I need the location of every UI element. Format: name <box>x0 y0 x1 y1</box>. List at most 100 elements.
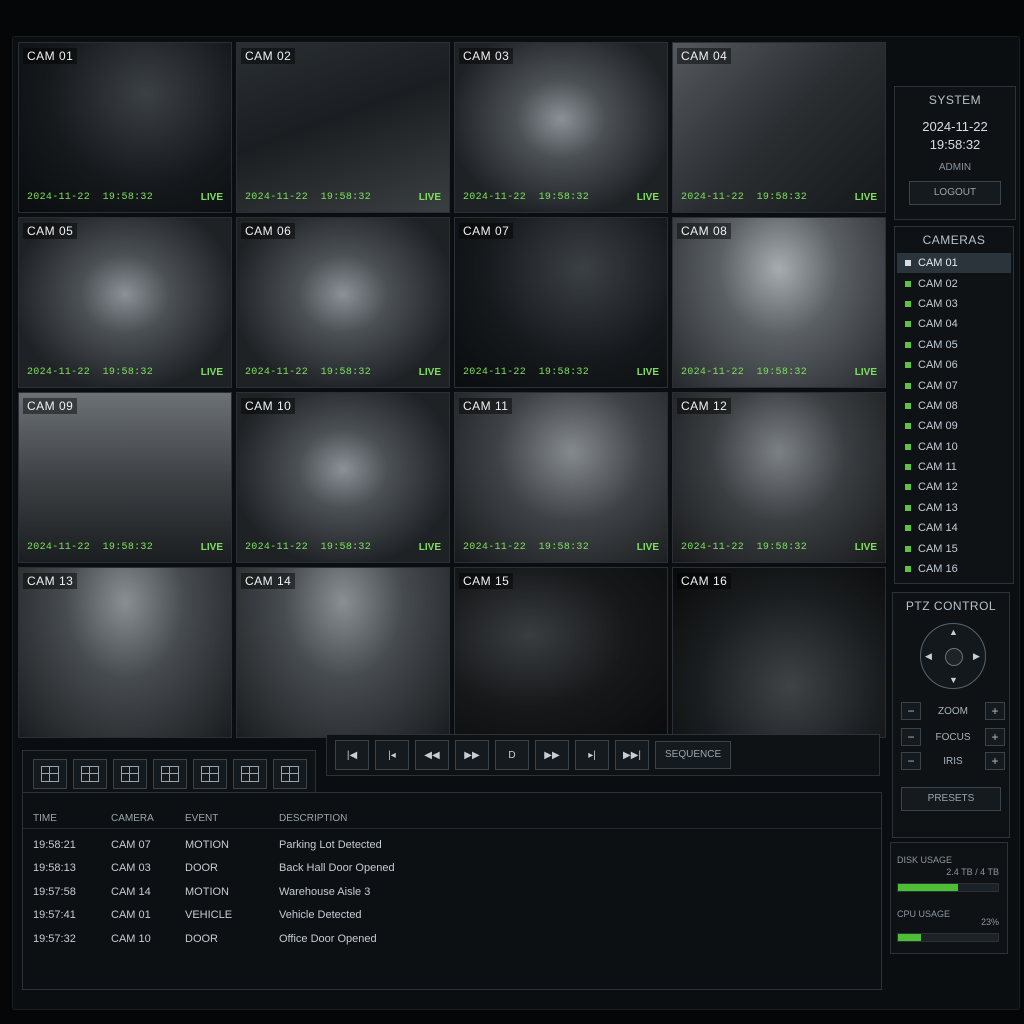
camera-tile[interactable]: CAM 04 2024-11-22 19:58:32 LIVE <box>672 42 886 213</box>
camera-status-icon <box>905 382 911 389</box>
camera-tile[interactable]: CAM 14 <box>236 567 450 738</box>
camera-timestamp: 2024-11-22 19:58:32 <box>463 367 590 378</box>
live-indicator: LIVE <box>636 192 659 203</box>
table-row[interactable]: 19:58:13 CAM 03 DOOR Back Hall Door Opened <box>23 857 881 881</box>
camera-label: CAM 04 <box>677 48 732 64</box>
iris-minus-button[interactable]: − <box>901 752 921 770</box>
iris-plus-button[interactable]: + <box>984 752 1005 770</box>
ptz-panel: PTZ CONTROL ▲ ▼ ◀ ▶ − ZOOM + − FOCUS + −… <box>892 592 1010 838</box>
camera-list-item[interactable]: CAM 16 <box>897 559 1011 579</box>
layout-button[interactable] <box>233 759 267 789</box>
camera-list-item[interactable]: CAM 08 <box>897 396 1011 416</box>
camera-timestamp: 2024-11-22 19:58:32 <box>681 542 808 553</box>
play-button[interactable]: ▶▶ <box>455 740 489 770</box>
camera-label: CAM 01 <box>23 48 78 64</box>
arrow-left-icon[interactable]: ◀ <box>925 651 932 662</box>
camera-tile[interactable]: CAM 16 <box>672 567 886 738</box>
camera-list-item[interactable]: CAM 15 <box>897 538 1011 558</box>
live-indicator: LIVE <box>636 367 659 378</box>
logout-button[interactable]: LOGOUT <box>909 181 1001 205</box>
camera-list-item[interactable]: CAM 09 <box>897 416 1011 436</box>
event-camera: CAM 07 <box>111 838 151 851</box>
camera-list-item[interactable]: CAM 01 <box>897 253 1011 274</box>
camera-tile[interactable]: CAM 08 2024-11-22 19:58:32 LIVE <box>672 217 886 388</box>
fast-forward-button[interactable]: ▶▶ <box>535 740 569 770</box>
rewind-button[interactable]: ◀◀ <box>415 740 449 770</box>
layout-button[interactable] <box>193 759 227 789</box>
camera-tile[interactable]: CAM 12 2024-11-22 19:58:32 LIVE <box>672 392 886 563</box>
camera-tile[interactable]: CAM 05 2024-11-22 19:58:32 LIVE <box>18 217 232 388</box>
ptz-joystick[interactable]: ▲ ▼ ◀ ▶ <box>920 623 986 689</box>
table-row[interactable]: 19:57:32 CAM 10 DOOR Office Door Opened <box>23 927 881 951</box>
sequence-button[interactable]: SEQUENCE <box>655 741 732 769</box>
table-row[interactable]: 19:58:21 CAM 07 MOTION Parking Lot Detected <box>23 833 881 857</box>
pause-button[interactable]: D <box>495 740 529 770</box>
camera-timestamp: 2024-11-22 19:58:32 <box>681 367 808 378</box>
camera-list-item[interactable]: CAM 10 <box>897 437 1011 457</box>
focus-minus-button[interactable]: − <box>901 728 921 746</box>
disk-usage-label: DISK USAGE <box>897 855 953 865</box>
disk-usage-fill <box>898 884 958 891</box>
ptz-center-button[interactable] <box>945 648 963 666</box>
camera-tile[interactable]: CAM 03 2024-11-22 19:58:32 LIVE <box>454 42 668 213</box>
camera-label: CAM 03 <box>459 48 514 64</box>
camera-status-icon <box>905 300 911 307</box>
camera-list-item[interactable]: CAM 13 <box>897 498 1011 518</box>
camera-feed <box>237 568 449 737</box>
camera-list-item[interactable]: CAM 11 <box>897 457 1011 477</box>
camera-list-item[interactable]: CAM 07 <box>897 375 1011 395</box>
camera-feed <box>455 43 667 212</box>
live-indicator: LIVE <box>854 542 877 553</box>
focus-plus-button[interactable]: + <box>985 728 1005 746</box>
layout-button[interactable] <box>73 759 107 789</box>
camera-list-item[interactable]: CAM 04 <box>897 314 1011 334</box>
previous-frame-button[interactable]: |◂ <box>375 740 409 770</box>
presets-button[interactable]: PRESETS <box>901 787 1001 811</box>
camera-list-item[interactable]: CAM 12 <box>897 477 1011 497</box>
system-title: SYSTEM <box>928 93 982 107</box>
event-time: 19:57:41 <box>33 909 76 922</box>
camera-list-item[interactable]: CAM 06 <box>897 355 1011 375</box>
zoom-out-button[interactable]: − <box>901 702 921 720</box>
camera-tile[interactable]: CAM 01 2024-11-22 19:58:32 LIVE <box>18 42 232 213</box>
camera-tile[interactable]: CAM 13 <box>18 567 232 738</box>
table-row[interactable]: 19:57:41 CAM 01 VEHICLE Vehicle Detected <box>23 904 881 928</box>
zoom-in-button[interactable]: + <box>985 702 1005 720</box>
layout-button[interactable] <box>113 759 147 789</box>
camera-grid: CAM 01 2024-11-22 19:58:32 LIVE CAM 02 2024… <box>18 42 886 738</box>
camera-timestamp: 2024-11-22 19:58:32 <box>245 542 372 553</box>
next-frame-button[interactable]: ▸| <box>575 740 609 770</box>
camera-tile[interactable]: CAM 11 2024-11-22 19:58:32 LIVE <box>454 392 668 563</box>
skip-to-start-button[interactable]: |◀ <box>335 740 369 770</box>
camera-list-item[interactable]: CAM 14 <box>897 518 1011 538</box>
arrow-up-icon[interactable]: ▲ <box>949 627 958 637</box>
live-indicator: LIVE <box>418 367 441 378</box>
camera-list-item[interactable]: CAM 02 <box>897 273 1011 293</box>
camera-tile[interactable]: CAM 15 <box>454 567 668 738</box>
camera-tile[interactable]: CAM 06 2024-11-22 19:58:32 LIVE <box>236 217 450 388</box>
camera-status-icon <box>905 545 911 552</box>
camera-tile[interactable]: CAM 09 2024-11-22 19:58:32 LIVE <box>18 392 232 563</box>
camera-list-item[interactable]: CAM 03 <box>897 294 1011 314</box>
arrow-right-icon[interactable]: ▶ <box>973 651 980 662</box>
cpu-usage-bar <box>897 933 999 942</box>
live-indicator: LIVE <box>418 542 441 553</box>
camera-tile[interactable]: CAM 10 2024-11-22 19:58:32 LIVE <box>236 392 450 563</box>
camera-timestamp: 2024-11-22 19:58:32 <box>463 542 590 553</box>
table-row[interactable]: 19:57:58 CAM 14 MOTION Warehouse Aisle 3 <box>23 880 881 904</box>
camera-tile[interactable]: CAM 07 2024-11-22 19:58:32 LIVE <box>454 217 668 388</box>
layout-button[interactable] <box>273 759 307 789</box>
camera-status-icon <box>905 484 911 491</box>
disk-usage-bar <box>897 883 999 892</box>
camera-list-label: CAM 01 <box>918 257 958 270</box>
camera-timestamp: 2024-11-22 19:58:32 <box>463 192 590 203</box>
layout-button[interactable] <box>153 759 187 789</box>
skip-to-end-button[interactable]: ▶▶| <box>615 740 649 770</box>
camera-tile[interactable]: CAM 02 2024-11-22 19:58:32 LIVE <box>236 42 450 213</box>
camera-feed <box>455 218 667 387</box>
camera-list-item[interactable]: CAM 05 <box>897 335 1011 355</box>
camera-list-label: CAM 11 <box>918 461 957 474</box>
layout-button[interactable] <box>33 759 67 789</box>
layout-grid-icon <box>41 766 59 782</box>
arrow-down-icon[interactable]: ▼ <box>949 675 958 685</box>
